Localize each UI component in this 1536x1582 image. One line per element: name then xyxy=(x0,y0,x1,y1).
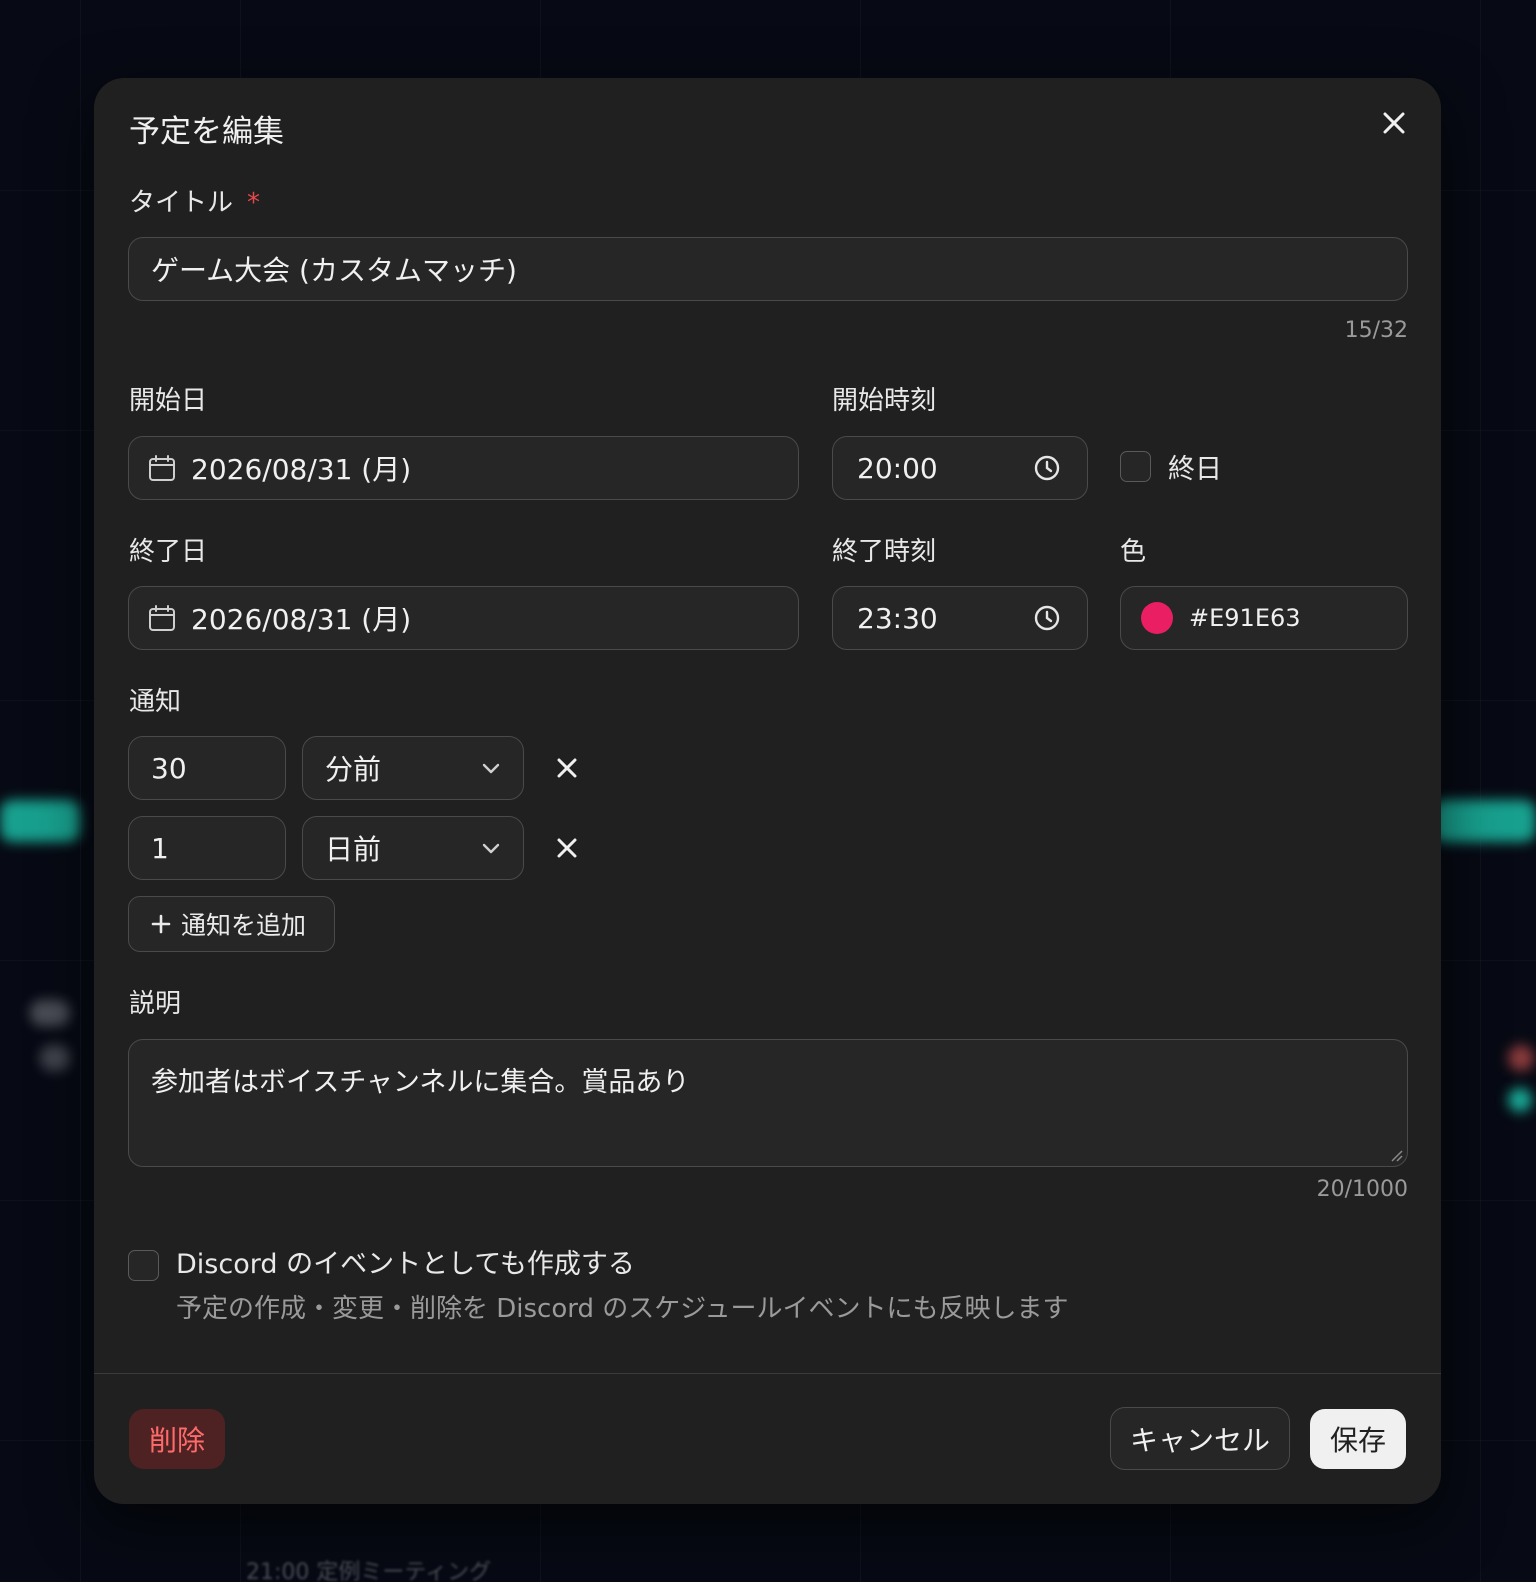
save-button[interactable]: 保存 xyxy=(1310,1409,1406,1469)
end-time-input[interactable]: 23:30 xyxy=(832,586,1088,650)
description-textarea[interactable]: 参加者はボイスチャンネルに集合。賞品あり xyxy=(128,1039,1408,1167)
discord-event-checkbox[interactable] xyxy=(128,1250,159,1281)
resize-handle-icon[interactable] xyxy=(1389,1148,1403,1162)
all-day-label: 終日 xyxy=(1168,454,1222,485)
start-date-value: 2026/08/31 (月) xyxy=(191,453,412,486)
background-event-bar xyxy=(0,800,80,842)
all-day-checkbox[interactable] xyxy=(1120,451,1151,482)
plus-icon xyxy=(149,912,173,936)
clock-icon[interactable] xyxy=(1033,604,1061,632)
cancel-button[interactable]: キャンセル xyxy=(1110,1407,1290,1470)
end-time-value: 23:30 xyxy=(857,601,938,635)
title-input[interactable]: ゲーム大会 (カスタムマッチ) xyxy=(128,237,1408,301)
end-date-picker[interactable]: 2026/08/31 (月) xyxy=(128,586,799,650)
description-char-counter: 20/1000 xyxy=(1316,1177,1408,1202)
clock-icon[interactable] xyxy=(1033,454,1061,482)
edit-event-dialog: 予定を編集 タイトル * ゲーム大会 (カスタムマッチ) 15/32 開始日 開始… xyxy=(94,78,1441,1504)
notification-unit-value: 日前 xyxy=(325,833,382,866)
add-notification-label: 通知を追加 xyxy=(181,911,307,940)
notification-amount-value: 1 xyxy=(151,831,169,865)
start-date-picker[interactable]: 2026/08/31 (月) xyxy=(128,436,799,500)
title-char-counter: 15/32 xyxy=(1344,318,1408,343)
calendar-icon xyxy=(147,603,177,633)
color-swatch[interactable] xyxy=(1141,602,1173,634)
close-icon[interactable] xyxy=(1377,106,1411,140)
background-event-bar xyxy=(1432,800,1536,842)
description-label: 説明 xyxy=(129,989,182,1019)
end-date-label: 終了日 xyxy=(129,537,208,567)
calendar-icon xyxy=(147,453,177,483)
add-notification-button[interactable]: 通知を追加 xyxy=(128,896,335,952)
notification-unit-select[interactable]: 分前 xyxy=(302,736,524,800)
remove-notification-icon[interactable] xyxy=(552,753,582,783)
start-date-label: 開始日 xyxy=(129,386,208,416)
notification-amount-input[interactable]: 1 xyxy=(128,816,286,880)
description-value: 参加者はボイスチャンネルに集合。賞品あり xyxy=(151,1067,690,1098)
color-hex-value: #E91E63 xyxy=(1189,604,1301,632)
notification-amount-input[interactable]: 30 xyxy=(128,736,286,800)
discord-event-label: Discord のイベントとしても作成する xyxy=(176,1249,635,1280)
chevron-down-icon xyxy=(479,756,503,780)
notification-unit-value: 分前 xyxy=(325,753,382,786)
delete-button[interactable]: 削除 xyxy=(129,1409,225,1469)
discord-help-text: 予定の作成・変更・削除を Discord のスケジュールイベントにも反映します xyxy=(176,1294,1069,1324)
chevron-down-icon xyxy=(479,836,503,860)
remove-notification-icon[interactable] xyxy=(552,833,582,863)
title-label: タイトル * xyxy=(129,182,260,219)
end-date-value: 2026/08/31 (月) xyxy=(191,603,412,636)
footer-divider xyxy=(94,1373,1441,1374)
start-time-label: 開始時刻 xyxy=(832,386,937,416)
start-time-input[interactable]: 20:00 xyxy=(832,436,1088,500)
notification-label: 通知 xyxy=(129,687,182,717)
title-label-text: タイトル xyxy=(129,188,234,218)
color-picker[interactable]: #E91E63 xyxy=(1120,586,1408,650)
notification-amount-value: 30 xyxy=(151,751,187,785)
color-label: 色 xyxy=(1120,537,1147,567)
dialog-title: 予定を編集 xyxy=(129,114,284,150)
start-time-value: 20:00 xyxy=(857,451,938,485)
required-mark: * xyxy=(247,188,261,218)
notification-unit-select[interactable]: 日前 xyxy=(302,816,524,880)
background-event-text: 21:00 定例ミーティング xyxy=(246,1560,492,1582)
title-input-value: ゲーム大会 (カスタムマッチ) xyxy=(151,254,517,287)
end-time-label: 終了時刻 xyxy=(832,537,937,567)
